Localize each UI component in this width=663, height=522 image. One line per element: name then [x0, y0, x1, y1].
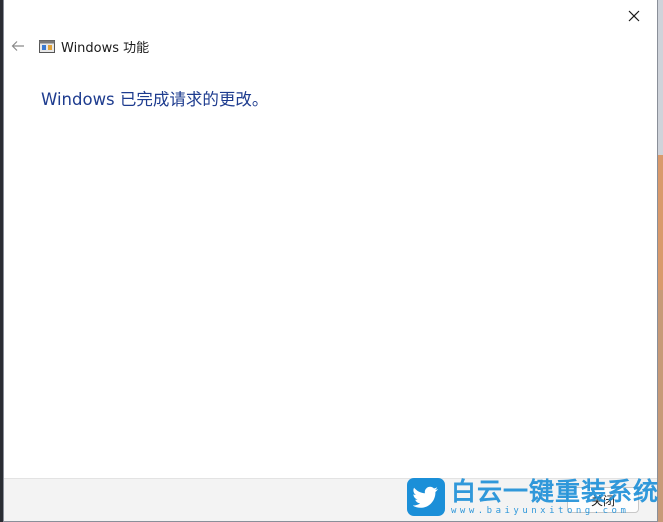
windows-features-dialog: Windows 功能 Windows 已完成请求的更改。 关闭	[3, 0, 658, 522]
dialog-footer: 关闭	[4, 478, 657, 521]
close-icon	[628, 10, 640, 22]
background-right-edge	[658, 0, 663, 155]
back-arrow-icon	[11, 41, 24, 51]
window-close-button[interactable]	[611, 0, 657, 32]
background-right-edge	[658, 155, 663, 290]
windows-features-icon	[39, 40, 55, 53]
close-button[interactable]: 关闭	[567, 487, 639, 513]
dialog-title: Windows 功能	[61, 40, 150, 56]
back-button[interactable]	[8, 36, 28, 56]
dialog-header: Windows 功能	[39, 36, 149, 56]
completion-message: Windows 已完成请求的更改。	[41, 90, 269, 109]
background-right-edge	[658, 290, 663, 522]
